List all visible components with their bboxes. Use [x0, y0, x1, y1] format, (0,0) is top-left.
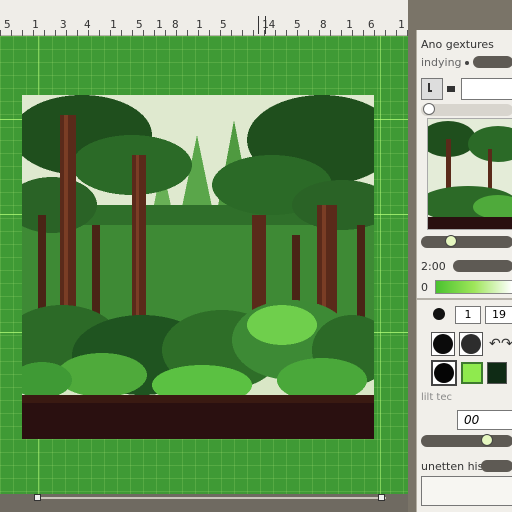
- ruler-label: 6: [368, 18, 375, 31]
- footer-text-field[interactable]: [421, 476, 512, 506]
- ruler-label: 5: [220, 18, 227, 31]
- guide-line[interactable]: [380, 36, 381, 494]
- ruler-label: 4: [84, 18, 91, 31]
- redo-icon[interactable]: ↷: [501, 336, 512, 352]
- ruler-label: 8: [172, 18, 179, 31]
- swatch-fill: [433, 334, 453, 354]
- ruler-label: 3: [60, 18, 67, 31]
- tool-option-field[interactable]: [461, 78, 512, 100]
- opacity-slider-knob[interactable]: [423, 103, 435, 115]
- value-slider[interactable]: [421, 435, 512, 447]
- layer-thumbnail[interactable]: [427, 118, 512, 230]
- row1-slider[interactable]: [473, 56, 512, 68]
- ruler-label: 1: [110, 18, 117, 31]
- color-swatch-active[interactable]: [431, 360, 457, 386]
- layer-slider[interactable]: [421, 236, 512, 248]
- ruler-label: 1: [156, 18, 163, 31]
- ruler-label: 1: [196, 18, 203, 31]
- scroll-handle-left[interactable]: [34, 494, 41, 501]
- ruler-label: 5: [4, 18, 11, 31]
- gradient-fill: [436, 281, 512, 293]
- properties-panel: Ano gextures indying 2:00 0 1 19 ↶ ↷ lil…: [408, 0, 512, 512]
- footer-slider[interactable]: [481, 460, 512, 472]
- footer-label: unetten his: [421, 460, 484, 473]
- brush-tool-button[interactable]: [421, 78, 443, 100]
- undo-icon[interactable]: ↶: [489, 336, 501, 352]
- scroll-handle-right[interactable]: [378, 494, 385, 501]
- ruler-label: 5: [294, 18, 301, 31]
- number-field-1[interactable]: 1: [455, 306, 481, 324]
- row1-label: indying: [421, 56, 462, 69]
- value-slider-knob[interactable]: [481, 434, 493, 446]
- color-swatch-lime[interactable]: [461, 362, 483, 384]
- scroll-track[interactable]: [38, 497, 386, 499]
- divider: [417, 298, 512, 300]
- horizontal-scroll-strip[interactable]: [0, 494, 408, 512]
- time-slider[interactable]: [453, 260, 512, 272]
- tool-option-icon[interactable]: [447, 86, 455, 92]
- ruler-label: 8: [320, 18, 327, 31]
- layer-slider-knob[interactable]: [445, 235, 457, 247]
- bullet-icon: [465, 61, 469, 65]
- green-slider-label: 0: [421, 281, 428, 294]
- drawing-canvas[interactable]: [0, 36, 408, 500]
- number-field-2[interactable]: 19: [485, 306, 512, 324]
- color-dot-icon[interactable]: [433, 308, 445, 320]
- swatch-fill: [434, 363, 454, 383]
- forest-pixel-art: [22, 95, 374, 439]
- ruler-label: 1: [346, 18, 353, 31]
- pixel-editor-window: 5 1 3 4 1 5 1 8 1 5 14 5 8 1 6 1 Ano gex…: [0, 0, 512, 512]
- ruler-label: 5: [136, 18, 143, 31]
- top-ruler[interactable]: 5 1 3 4 1 5 1 8 1 5 14 5 8 1 6 1: [0, 0, 416, 36]
- section-label: lilt tec: [421, 392, 453, 403]
- color-swatch-black[interactable]: [431, 332, 455, 356]
- color-swatch-dark[interactable]: [459, 332, 483, 356]
- panel-title: Ano gextures: [421, 38, 494, 51]
- time-label: 2:00: [421, 260, 446, 273]
- ruler-position-marker[interactable]: [258, 16, 266, 34]
- properties-panel-body: Ano gextures indying 2:00 0 1 19 ↶ ↷ lil…: [416, 30, 512, 512]
- color-swatch-darkgreen[interactable]: [487, 362, 507, 384]
- swatch-fill: [461, 334, 481, 354]
- value-field[interactable]: 00: [457, 410, 512, 430]
- ruler-label: 1: [398, 18, 405, 31]
- color-gradient-slider[interactable]: [435, 280, 512, 294]
- ruler-label: 1: [32, 18, 39, 31]
